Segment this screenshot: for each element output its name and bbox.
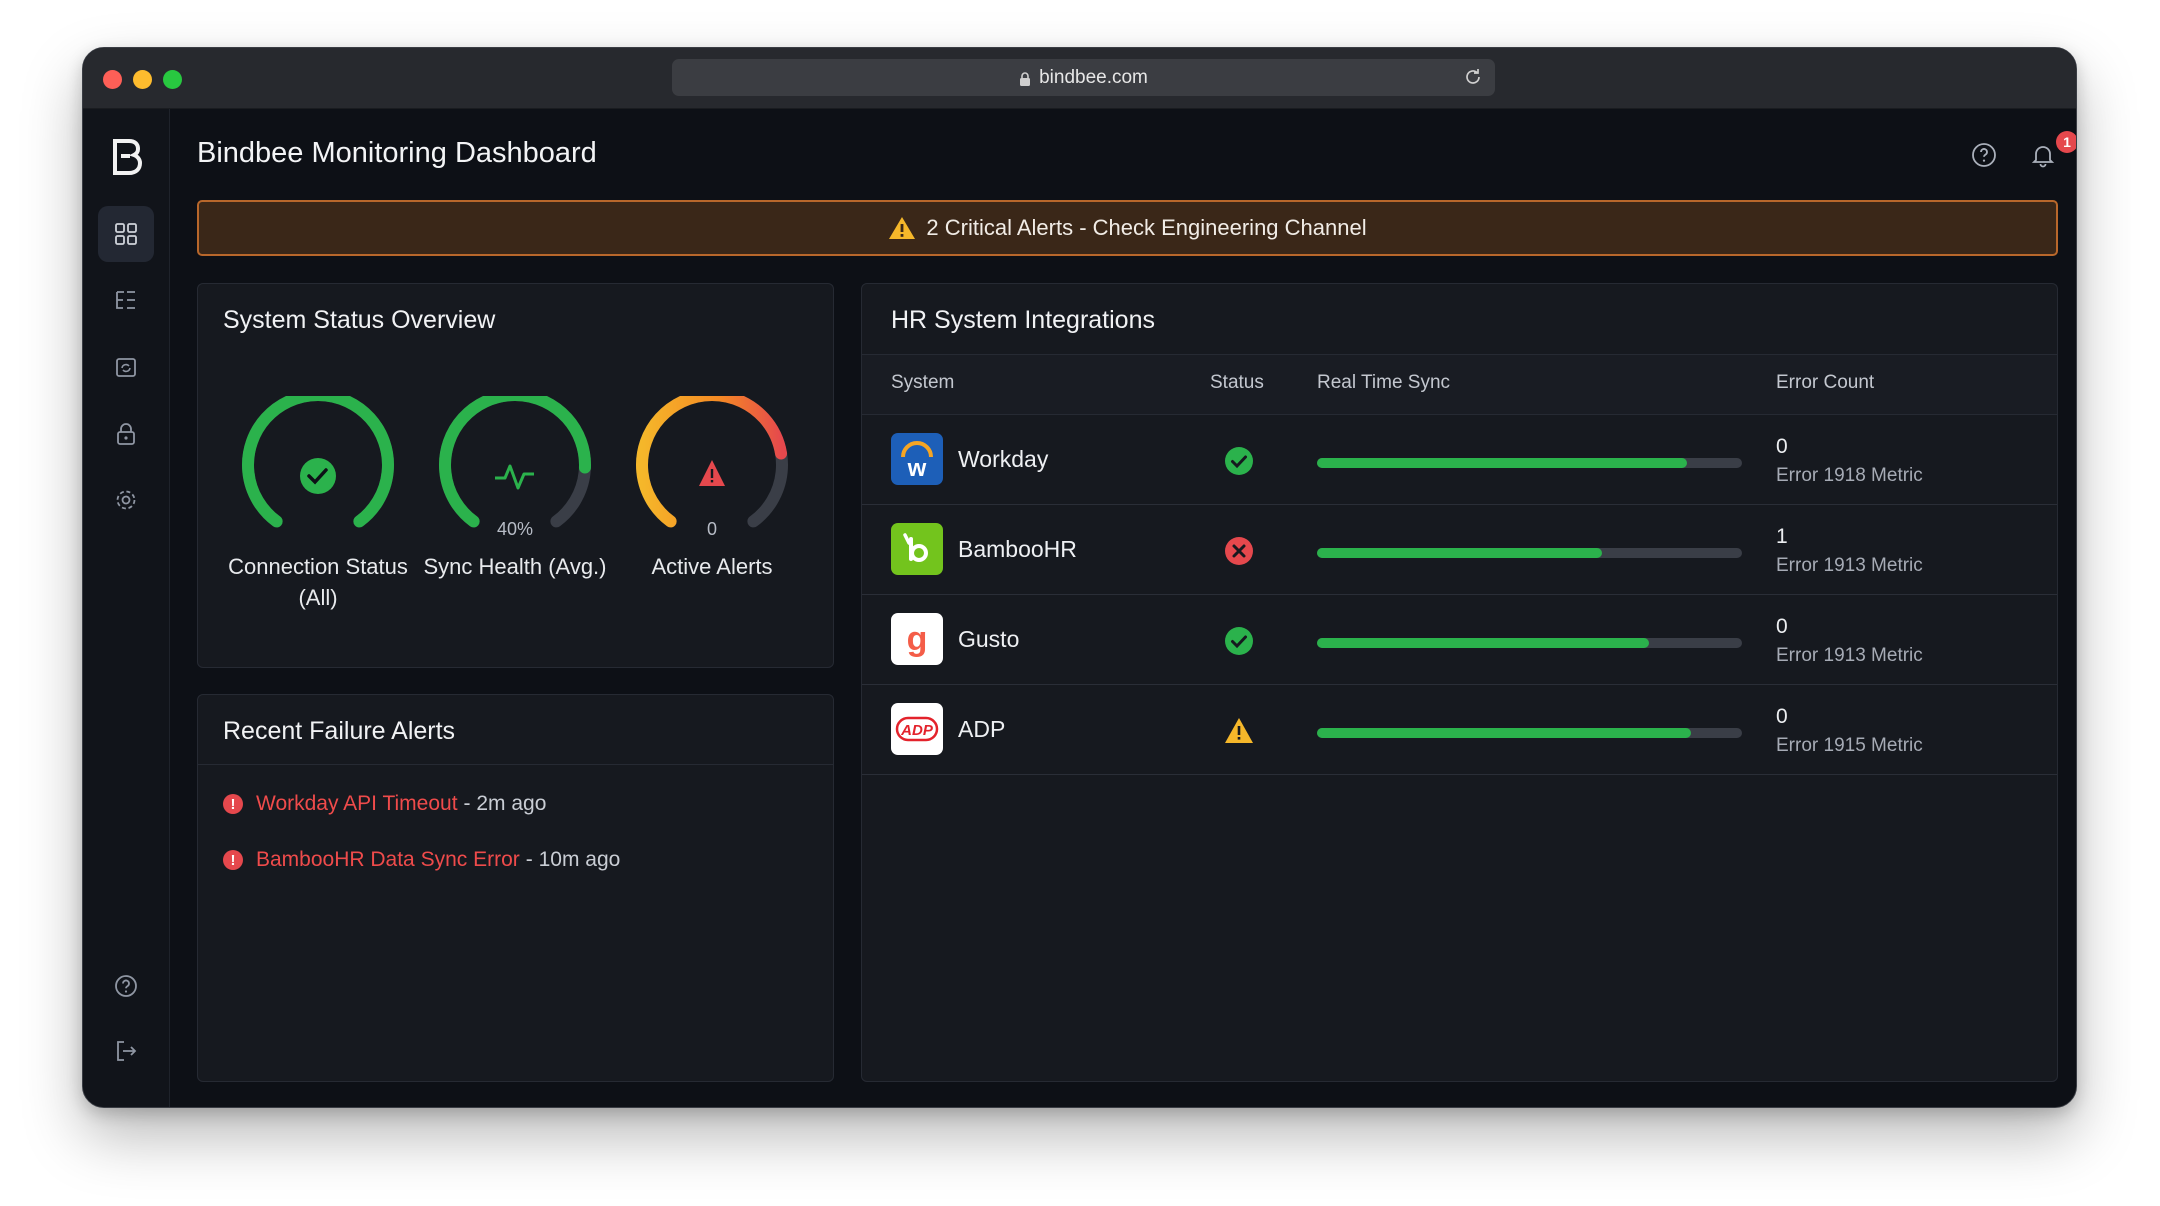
- table-row-workday[interactable]: w Workday 0 Error 1918 Metric: [862, 415, 2057, 505]
- error-metric: Error 1915 Metric: [1776, 735, 1923, 756]
- card-title: HR System Integrations: [891, 306, 1155, 334]
- lock-icon: [117, 423, 135, 445]
- error-icon: !: [223, 850, 243, 870]
- system-name: Workday: [958, 446, 1049, 472]
- sync-progress-bar: [1317, 728, 1742, 738]
- system-name: BambooHR: [958, 536, 1077, 562]
- sidebar-item-security[interactable]: [98, 406, 154, 462]
- error-metric: Error 1918 Metric: [1776, 465, 1923, 486]
- status-error-icon: [1225, 537, 1253, 565]
- gauge-value: 0: [706, 519, 717, 539]
- gauge-label: Sync Health (Avg.): [423, 554, 607, 579]
- error-count: 1: [1776, 525, 1788, 548]
- lock-icon: [1020, 71, 1031, 86]
- sync-progress-bar: [1317, 458, 1742, 468]
- bamboohr-logo-icon: [891, 523, 943, 575]
- failure-link[interactable]: BambooHR Data Sync Error: [256, 848, 520, 872]
- svg-text:g: g: [907, 620, 928, 658]
- failure-time: - 2m ago: [463, 792, 547, 815]
- divider: [198, 764, 833, 765]
- status-ok-icon: [1225, 627, 1253, 655]
- failure-alert-item[interactable]: ! Workday API Timeout - 2m ago: [223, 792, 546, 816]
- help-icon[interactable]: [1970, 141, 1998, 169]
- hr-integrations-card: HR System Integrations System Status Rea…: [861, 283, 2058, 1082]
- sync-progress-bar: [1317, 548, 1742, 558]
- page-title: Bindbee Monitoring Dashboard: [197, 137, 597, 169]
- url-text: bindbee.com: [1039, 66, 1148, 88]
- gear-icon: [116, 490, 136, 510]
- hierarchy-icon: [116, 291, 135, 309]
- svg-text:ADP: ADP: [900, 722, 934, 739]
- sidebar-item-logout[interactable]: [98, 1023, 154, 1079]
- recent-failures-card: Recent Failure Alerts ! Workday API Time…: [197, 694, 834, 1082]
- sync-progress-bar: [1317, 638, 1742, 648]
- help-icon: [115, 975, 137, 997]
- error-count: 0: [1776, 615, 1788, 638]
- error-metric: Error 1913 Metric: [1776, 555, 1923, 576]
- column-header-system[interactable]: System: [891, 372, 954, 394]
- failure-link[interactable]: Workday API Timeout: [256, 792, 458, 816]
- close-window-button[interactable]: [103, 70, 122, 89]
- table-header: [862, 354, 2057, 415]
- error-metric: Error 1913 Metric: [1776, 645, 1923, 666]
- table-row-gusto[interactable]: g Gusto 0 Error 1913 Metric: [862, 595, 2057, 685]
- sidebar: [83, 109, 170, 1107]
- notification-badge: 1: [2056, 131, 2076, 153]
- svg-text:w: w: [907, 455, 927, 482]
- system-name: Gusto: [958, 626, 1020, 652]
- browser-window: bindbee.com Bindbee Monitoring Dashboard…: [82, 47, 2077, 1108]
- pulse-icon: [495, 464, 534, 490]
- status-ok-icon: [1225, 447, 1253, 475]
- sync-box-icon: [116, 358, 136, 377]
- table-row-bamboohr[interactable]: BambooHR 1 Error 1913 Metric: [862, 505, 2057, 595]
- sidebar-item-help[interactable]: [98, 958, 154, 1014]
- sync-progress-fill: [1317, 458, 1687, 468]
- sync-progress-fill: [1317, 638, 1649, 648]
- alert-banner-text: 2 Critical Alerts - Check Engineering Ch…: [926, 215, 1367, 240]
- warning-icon: [889, 217, 916, 239]
- bindbee-logo-icon[interactable]: [109, 137, 145, 177]
- browser-titlebar: bindbee.com: [83, 48, 2076, 109]
- critical-alert-banner[interactable]: 2 Critical Alerts - Check Engineering Ch…: [197, 200, 2058, 256]
- check-icon: [300, 458, 336, 494]
- table-row-adp[interactable]: ADP ADP 0 Error 1915 Metric: [862, 685, 2057, 775]
- gusto-logo-icon: g: [891, 613, 943, 665]
- main-content: Bindbee Monitoring Dashboard 1 B 2 Criti…: [170, 109, 2076, 1107]
- system-name: ADP: [958, 716, 1006, 742]
- sidebar-item-sync[interactable]: [98, 339, 154, 395]
- workday-logo-icon: w: [891, 433, 943, 485]
- notification-bell-icon[interactable]: [2029, 141, 2057, 169]
- sync-progress-fill: [1317, 728, 1691, 738]
- sidebar-item-dashboard[interactable]: [98, 206, 154, 262]
- logout-icon: [117, 1041, 137, 1061]
- error-icon: !: [223, 794, 243, 814]
- column-header-error-count[interactable]: Error Count: [1776, 372, 1874, 394]
- column-header-sync[interactable]: Real Time Sync: [1317, 372, 1450, 394]
- sidebar-item-integrations[interactable]: [98, 273, 154, 329]
- error-count: 0: [1776, 435, 1788, 458]
- sidebar-item-settings[interactable]: [98, 472, 154, 528]
- reload-icon[interactable]: [1463, 67, 1483, 87]
- status-warning-icon: [1225, 718, 1253, 743]
- column-header-status[interactable]: Status: [1210, 372, 1264, 394]
- maximize-window-button[interactable]: [163, 70, 182, 89]
- grid-icon: [115, 223, 137, 245]
- system-status-card: System Status Overview Connection Status…: [197, 283, 834, 668]
- failure-alert-item[interactable]: ! BambooHR Data Sync Error - 10m ago: [223, 848, 620, 872]
- address-bar[interactable]: bindbee.com: [672, 59, 1495, 96]
- gauge-label: Connection Status (All): [228, 554, 408, 610]
- card-title: Recent Failure Alerts: [223, 717, 456, 745]
- card-title: System Status Overview: [223, 306, 496, 334]
- connection-status-gauge: [242, 396, 394, 528]
- adp-logo-icon: ADP: [891, 703, 943, 755]
- minimize-window-button[interactable]: [133, 70, 152, 89]
- error-count: 0: [1776, 705, 1788, 728]
- failure-time: - 10m ago: [525, 848, 621, 871]
- gauge-label: Active Alerts: [651, 554, 773, 579]
- sync-progress-fill: [1317, 548, 1602, 558]
- gauge-value: 40%: [496, 519, 534, 539]
